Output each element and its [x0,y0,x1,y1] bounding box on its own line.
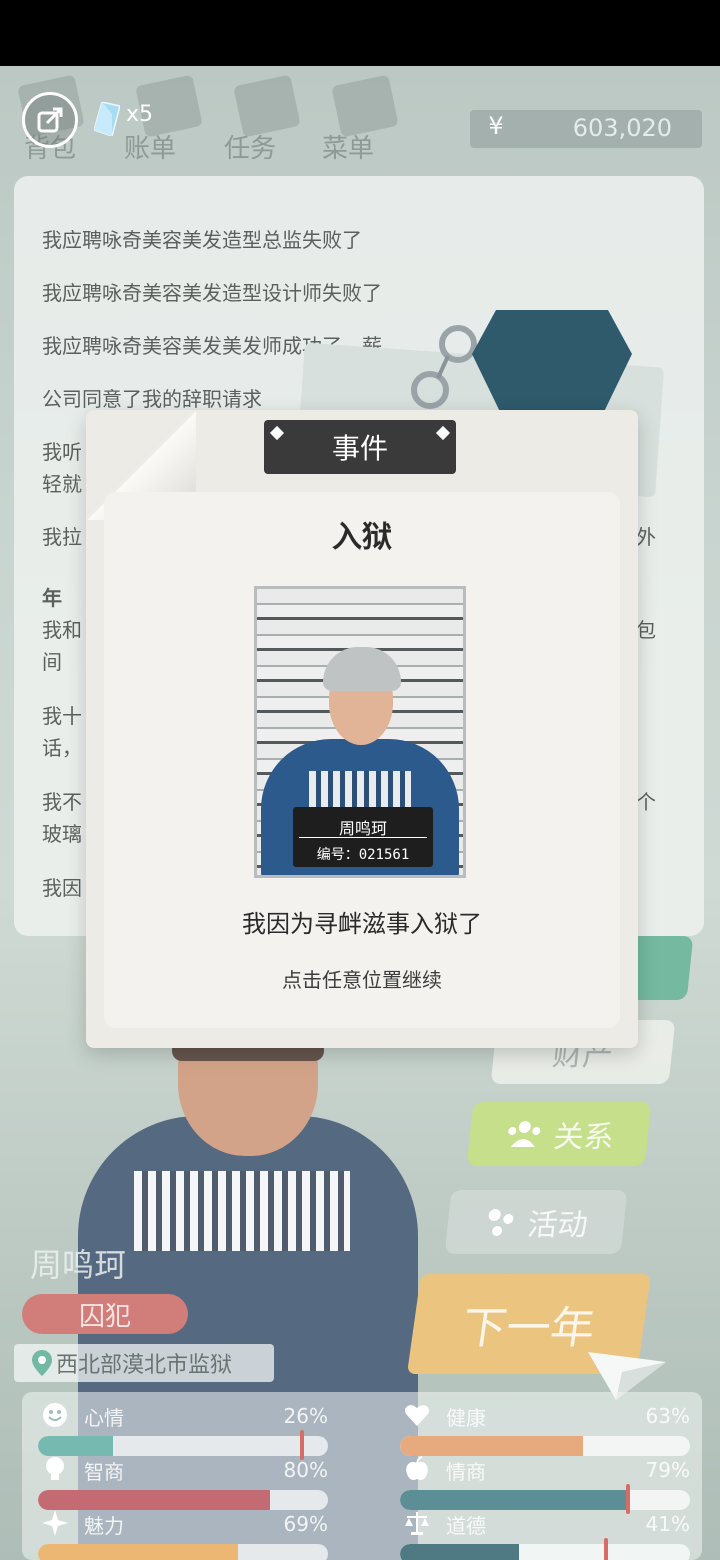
plate-id: 编号：021561 [316,847,410,863]
event-header: 事件 [264,420,456,474]
handcuff-icon [411,325,477,409]
plate-name: 周鸣珂 [338,819,387,838]
status-bar [0,0,720,66]
event-message: 我因为寻衅滋事入狱了 [242,910,482,938]
plate-divider [299,837,427,838]
continue-hint: 点击任意位置继续 [282,968,442,992]
prison-uniform-icon [472,310,632,420]
event-title: 入狱 [332,520,392,555]
mugshot-image: 周鸣珂 编号：021561 [254,586,466,878]
